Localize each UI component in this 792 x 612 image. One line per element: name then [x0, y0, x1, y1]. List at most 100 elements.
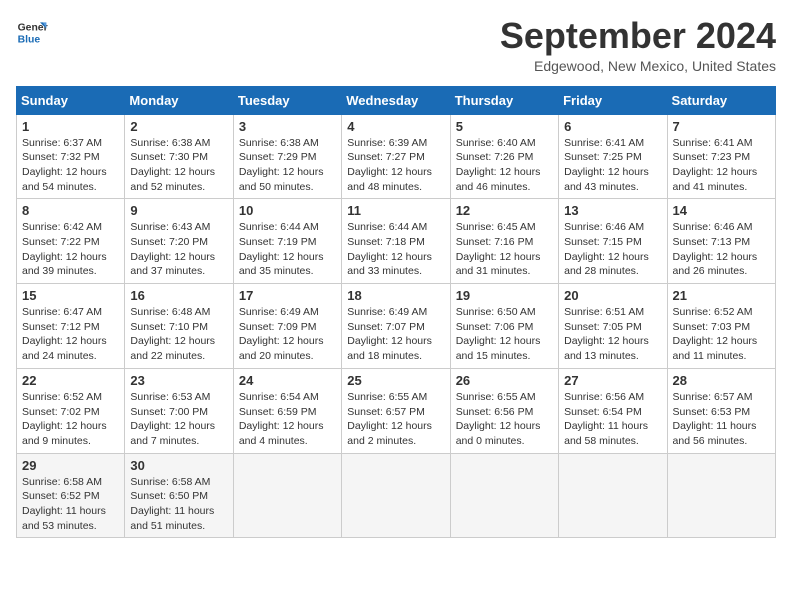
day-number: 25: [347, 373, 444, 388]
day-cell: 26 Sunrise: 6:55 AM Sunset: 6:56 PM Dayli…: [450, 368, 558, 453]
day-info: Sunrise: 6:51 AM Sunset: 7:05 PM Dayligh…: [564, 305, 661, 364]
day-cell: 13Sunrise: 6:46 AM Sunset: 7:15 PM Dayli…: [559, 199, 667, 284]
day-cell: [667, 453, 775, 538]
logo-icon: General Blue: [16, 16, 48, 48]
day-info: Sunrise: 6:47 AM Sunset: 7:12 PM Dayligh…: [22, 305, 119, 364]
day-number: 22: [22, 373, 119, 388]
day-info: Sunrise: 6:57 AM Sunset: 6:53 PM Dayligh…: [673, 390, 770, 449]
day-cell: 4 Sunrise: 6:39 AM Sunset: 7:27 PM Daylig…: [342, 114, 450, 199]
week-row-1: 1Sunrise: 6:37 AM Sunset: 7:32 PM Daylig…: [17, 114, 776, 199]
calendar-table: SundayMondayTuesdayWednesdayThursdayFrid…: [16, 86, 776, 539]
day-cell: [233, 453, 341, 538]
day-cell: [450, 453, 558, 538]
day-info: Sunrise: 6:43 AM Sunset: 7:20 PM Dayligh…: [130, 220, 227, 279]
day-number: 6: [564, 119, 661, 134]
title-block: September 2024 Edgewood, New Mexico, Uni…: [500, 16, 776, 74]
logo: General Blue: [16, 16, 48, 48]
day-info: Sunrise: 6:40 AM Sunset: 7:26 PM Dayligh…: [456, 136, 553, 195]
day-cell: 22 Sunrise: 6:52 AM Sunset: 7:02 PM Dayli…: [17, 368, 125, 453]
day-cell: 8 Sunrise: 6:42 AM Sunset: 7:22 PM Daylig…: [17, 199, 125, 284]
day-cell: 15 Sunrise: 6:47 AM Sunset: 7:12 PM Dayli…: [17, 284, 125, 369]
day-info: Sunrise: 6:44 AM Sunset: 7:18 PM Dayligh…: [347, 220, 444, 279]
week-row-4: 22 Sunrise: 6:52 AM Sunset: 7:02 PM Dayli…: [17, 368, 776, 453]
day-info: Sunrise: 6:50 AM Sunset: 7:06 PM Dayligh…: [456, 305, 553, 364]
day-number: 7: [673, 119, 770, 134]
day-info: Sunrise: 6:52 AM Sunset: 7:02 PM Dayligh…: [22, 390, 119, 449]
day-info: Sunrise: 6:49 AM Sunset: 7:07 PM Dayligh…: [347, 305, 444, 364]
day-cell: 12 Sunrise: 6:45 AM Sunset: 7:16 PM Dayli…: [450, 199, 558, 284]
day-number: 30: [130, 458, 227, 473]
day-cell: [559, 453, 667, 538]
month-year: September 2024: [500, 16, 776, 56]
day-cell: 19 Sunrise: 6:50 AM Sunset: 7:06 PM Dayli…: [450, 284, 558, 369]
col-header-friday: Friday: [559, 86, 667, 114]
col-header-tuesday: Tuesday: [233, 86, 341, 114]
day-number: 27: [564, 373, 661, 388]
day-info: Sunrise: 6:37 AM Sunset: 7:32 PM Dayligh…: [22, 136, 119, 195]
day-info: Sunrise: 6:45 AM Sunset: 7:16 PM Dayligh…: [456, 220, 553, 279]
page-header: General Blue September 2024 Edgewood, Ne…: [16, 16, 776, 74]
day-cell: 9 Sunrise: 6:43 AM Sunset: 7:20 PM Daylig…: [125, 199, 233, 284]
day-number: 13: [564, 203, 661, 218]
col-header-monday: Monday: [125, 86, 233, 114]
day-number: 8: [22, 203, 119, 218]
day-number: 15: [22, 288, 119, 303]
day-number: 2: [130, 119, 227, 134]
day-number: 14: [673, 203, 770, 218]
day-number: 26: [456, 373, 553, 388]
day-cell: 18 Sunrise: 6:49 AM Sunset: 7:07 PM Dayli…: [342, 284, 450, 369]
day-info: Sunrise: 6:41 AM Sunset: 7:25 PM Dayligh…: [564, 136, 661, 195]
day-cell: 29 Sunrise: 6:58 AM Sunset: 6:52 PM Dayli…: [17, 453, 125, 538]
day-number: 17: [239, 288, 336, 303]
col-header-sunday: Sunday: [17, 86, 125, 114]
day-cell: 6 Sunrise: 6:41 AM Sunset: 7:25 PM Daylig…: [559, 114, 667, 199]
day-info: Sunrise: 6:54 AM Sunset: 6:59 PM Dayligh…: [239, 390, 336, 449]
day-number: 20: [564, 288, 661, 303]
day-info: Sunrise: 6:52 AM Sunset: 7:03 PM Dayligh…: [673, 305, 770, 364]
week-row-3: 15 Sunrise: 6:47 AM Sunset: 7:12 PM Dayli…: [17, 284, 776, 369]
day-cell: 17 Sunrise: 6:49 AM Sunset: 7:09 PM Dayli…: [233, 284, 341, 369]
day-number: 21: [673, 288, 770, 303]
day-cell: 7 Sunrise: 6:41 AM Sunset: 7:23 PM Daylig…: [667, 114, 775, 199]
day-number: 19: [456, 288, 553, 303]
week-row-5: 29 Sunrise: 6:58 AM Sunset: 6:52 PM Dayli…: [17, 453, 776, 538]
day-cell: 2Sunrise: 6:38 AM Sunset: 7:30 PM Daylig…: [125, 114, 233, 199]
day-number: 18: [347, 288, 444, 303]
day-number: 28: [673, 373, 770, 388]
day-cell: 5Sunrise: 6:40 AM Sunset: 7:26 PM Daylig…: [450, 114, 558, 199]
col-header-saturday: Saturday: [667, 86, 775, 114]
day-number: 12: [456, 203, 553, 218]
day-cell: 28 Sunrise: 6:57 AM Sunset: 6:53 PM Dayli…: [667, 368, 775, 453]
day-info: Sunrise: 6:46 AM Sunset: 7:13 PM Dayligh…: [673, 220, 770, 279]
day-info: Sunrise: 6:48 AM Sunset: 7:10 PM Dayligh…: [130, 305, 227, 364]
day-info: Sunrise: 6:44 AM Sunset: 7:19 PM Dayligh…: [239, 220, 336, 279]
day-info: Sunrise: 6:41 AM Sunset: 7:23 PM Dayligh…: [673, 136, 770, 195]
day-info: Sunrise: 6:58 AM Sunset: 6:52 PM Dayligh…: [22, 475, 119, 534]
svg-text:Blue: Blue: [18, 34, 41, 45]
day-info: Sunrise: 6:53 AM Sunset: 7:00 PM Dayligh…: [130, 390, 227, 449]
day-cell: 23 Sunrise: 6:53 AM Sunset: 7:00 PM Dayli…: [125, 368, 233, 453]
day-cell: 24Sunrise: 6:54 AM Sunset: 6:59 PM Dayli…: [233, 368, 341, 453]
day-cell: [342, 453, 450, 538]
day-info: Sunrise: 6:55 AM Sunset: 6:56 PM Dayligh…: [456, 390, 553, 449]
day-cell: 25Sunrise: 6:55 AM Sunset: 6:57 PM Dayli…: [342, 368, 450, 453]
day-number: 29: [22, 458, 119, 473]
day-number: 9: [130, 203, 227, 218]
day-cell: 10 Sunrise: 6:44 AM Sunset: 7:19 PM Dayli…: [233, 199, 341, 284]
week-row-2: 8 Sunrise: 6:42 AM Sunset: 7:22 PM Daylig…: [17, 199, 776, 284]
day-info: Sunrise: 6:39 AM Sunset: 7:27 PM Dayligh…: [347, 136, 444, 195]
day-cell: 20 Sunrise: 6:51 AM Sunset: 7:05 PM Dayli…: [559, 284, 667, 369]
day-cell: 27Sunrise: 6:56 AM Sunset: 6:54 PM Dayli…: [559, 368, 667, 453]
col-header-thursday: Thursday: [450, 86, 558, 114]
day-number: 23: [130, 373, 227, 388]
day-number: 10: [239, 203, 336, 218]
day-info: Sunrise: 6:49 AM Sunset: 7:09 PM Dayligh…: [239, 305, 336, 364]
day-number: 4: [347, 119, 444, 134]
day-info: Sunrise: 6:42 AM Sunset: 7:22 PM Dayligh…: [22, 220, 119, 279]
location: Edgewood, New Mexico, United States: [500, 58, 776, 74]
day-cell: 30Sunrise: 6:58 AM Sunset: 6:50 PM Dayli…: [125, 453, 233, 538]
day-info: Sunrise: 6:38 AM Sunset: 7:29 PM Dayligh…: [239, 136, 336, 195]
day-cell: 21 Sunrise: 6:52 AM Sunset: 7:03 PM Dayli…: [667, 284, 775, 369]
day-cell: 16Sunrise: 6:48 AM Sunset: 7:10 PM Dayli…: [125, 284, 233, 369]
day-cell: 11Sunrise: 6:44 AM Sunset: 7:18 PM Dayli…: [342, 199, 450, 284]
